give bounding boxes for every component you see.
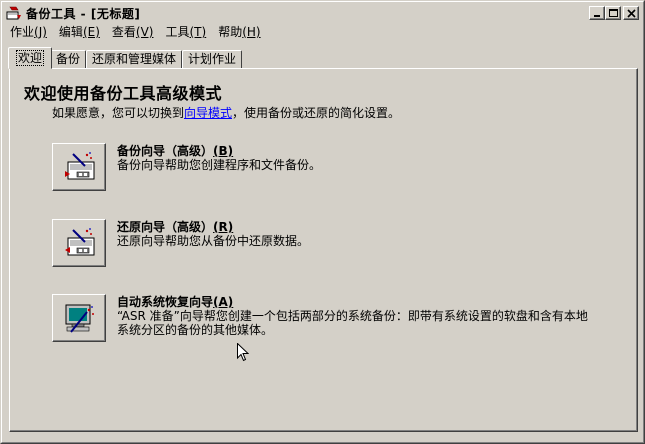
menu-bar: 作业(J) 编辑(E) 查看(V) 工具(T) 帮助(H) [4, 23, 641, 41]
tab-schedule-jobs-label: 计划作业 [188, 52, 237, 66]
backup-wizard-button[interactable] [52, 143, 106, 191]
menu-tools-label: 工具 [165, 25, 190, 39]
menu-help-accel: (H) [242, 25, 261, 39]
restore-wizard-accel: (R) [213, 220, 234, 234]
close-icon [627, 9, 636, 18]
tab-welcome[interactable]: 欢迎 [8, 47, 53, 69]
restore-wizard-button[interactable] [52, 219, 106, 267]
tab-backup[interactable]: 备份 [50, 50, 87, 69]
asr-wizard-button[interactable] [52, 294, 106, 342]
tab-restore-media-label: 还原和管理媒体 [92, 52, 177, 66]
backup-wizard-accel: (B) [213, 144, 234, 158]
restore-wizard-title[interactable]: 还原向导（高级）(R) [117, 218, 233, 235]
maximize-button[interactable] [605, 6, 621, 20]
menu-edit[interactable]: 编辑(E) [53, 23, 106, 41]
backup-wizard-title-text: 备份向导（高级） [117, 144, 214, 158]
welcome-panel: 欢迎使用备份工具高级模式 如果愿意，您可以切换到向导模式，使用备份或还原的简化设… [9, 68, 638, 432]
menu-job-label: 作业 [10, 25, 35, 39]
asr-wizard-title-text: 自动系统恢复向导 [117, 295, 214, 309]
window-title: 备份工具 - [无标题] [26, 6, 141, 21]
asr-wizard-desc-line1: “ASR 准备”向导帮您创建一个包括两部分的系统备份：即带有系统设置的软盘和含有… [117, 309, 588, 323]
tab-strip: 欢迎 备份 还原和管理媒体 计划作业 [8, 47, 243, 69]
tab-welcome-label: 欢迎 [16, 50, 45, 66]
menu-view-label: 查看 [111, 25, 136, 39]
menu-help-label: 帮助 [218, 25, 243, 39]
tab-restore-media[interactable]: 还原和管理媒体 [86, 50, 183, 69]
menu-tools[interactable]: 工具(T) [159, 23, 212, 41]
asr-wizard-title[interactable]: 自动系统恢复向导(A) [117, 293, 233, 310]
app-window: 备份工具 - [无标题] 作业(J) 编辑(E) 查看(V) 工具(T) 帮助(… [0, 0, 645, 444]
tab-schedule-jobs[interactable]: 计划作业 [182, 50, 243, 69]
asr-wizard-icon [65, 304, 94, 333]
asr-wizard-desc-line2: 系统分区的备份的其他媒体。 [117, 323, 274, 337]
menu-view-accel: (V) [135, 25, 154, 39]
minimize-icon [594, 15, 600, 17]
menu-edit-accel: (E) [82, 25, 100, 39]
asr-wizard-accel: (A) [213, 295, 234, 309]
close-button[interactable] [623, 6, 639, 20]
tab-backup-label: 备份 [56, 52, 81, 66]
menu-job-accel: (J) [34, 25, 47, 39]
restore-wizard-desc: 还原向导帮助您从备份中还原数据。 [117, 234, 310, 248]
title-buttons [589, 6, 639, 20]
wizard-mode-link[interactable]: 向导模式 [184, 106, 232, 120]
intro-suffix: ，使用备份或还原的简化设置。 [232, 106, 401, 120]
welcome-heading: 欢迎使用备份工具高级模式 [24, 84, 223, 103]
title-bar[interactable]: 备份工具 - [无标题] [4, 4, 641, 22]
backup-app-icon[interactable] [6, 5, 22, 21]
menu-tools-accel: (T) [189, 25, 207, 39]
intro-prefix: 如果愿意，您可以切换到 [52, 106, 185, 120]
menu-help[interactable]: 帮助(H) [212, 23, 266, 41]
backup-wizard-icon [65, 152, 95, 180]
backup-wizard-title[interactable]: 备份向导（高级）(B) [117, 142, 233, 159]
welcome-intro: 如果愿意，您可以切换到向导模式，使用备份或还原的简化设置。 [52, 104, 400, 121]
mouse-cursor-icon [237, 343, 249, 362]
restore-wizard-icon [65, 228, 95, 256]
menu-view[interactable]: 查看(V) [106, 23, 160, 41]
backup-wizard-desc: 备份向导帮助您创建程序和文件备份。 [117, 158, 322, 172]
maximize-icon [609, 9, 618, 17]
minimize-button[interactable] [589, 6, 605, 20]
menu-job[interactable]: 作业(J) [4, 23, 53, 41]
restore-wizard-title-text: 还原向导（高级） [117, 220, 214, 234]
menu-edit-label: 编辑 [58, 25, 83, 39]
